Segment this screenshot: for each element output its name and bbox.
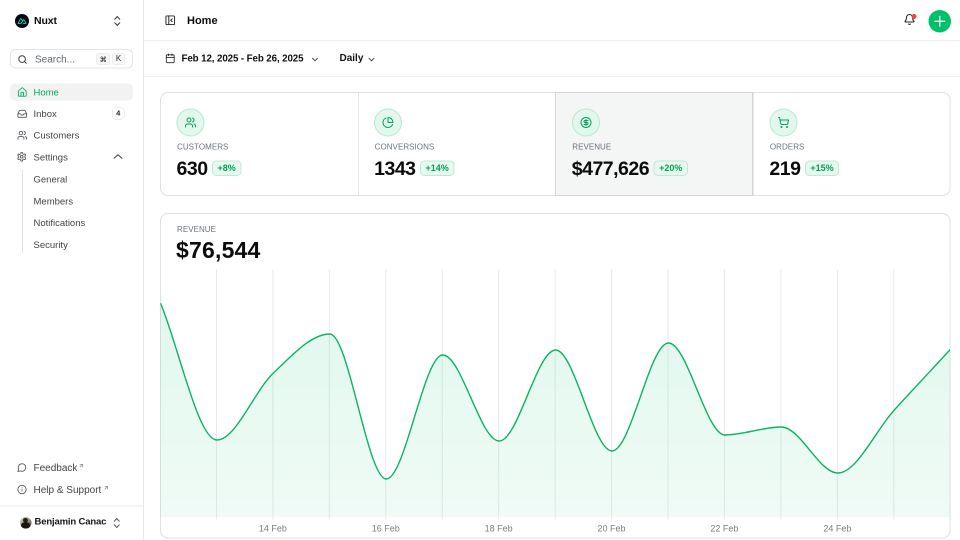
- svg-text:14 Feb: 14 Feb: [259, 524, 287, 534]
- svg-text:20 Feb: 20 Feb: [598, 524, 626, 534]
- svg-text:16 Feb: 16 Feb: [372, 524, 400, 534]
- svg-text:24 Feb: 24 Feb: [823, 524, 851, 534]
- svg-text:22 Feb: 22 Feb: [710, 524, 738, 534]
- svg-text:18 Feb: 18 Feb: [485, 524, 513, 534]
